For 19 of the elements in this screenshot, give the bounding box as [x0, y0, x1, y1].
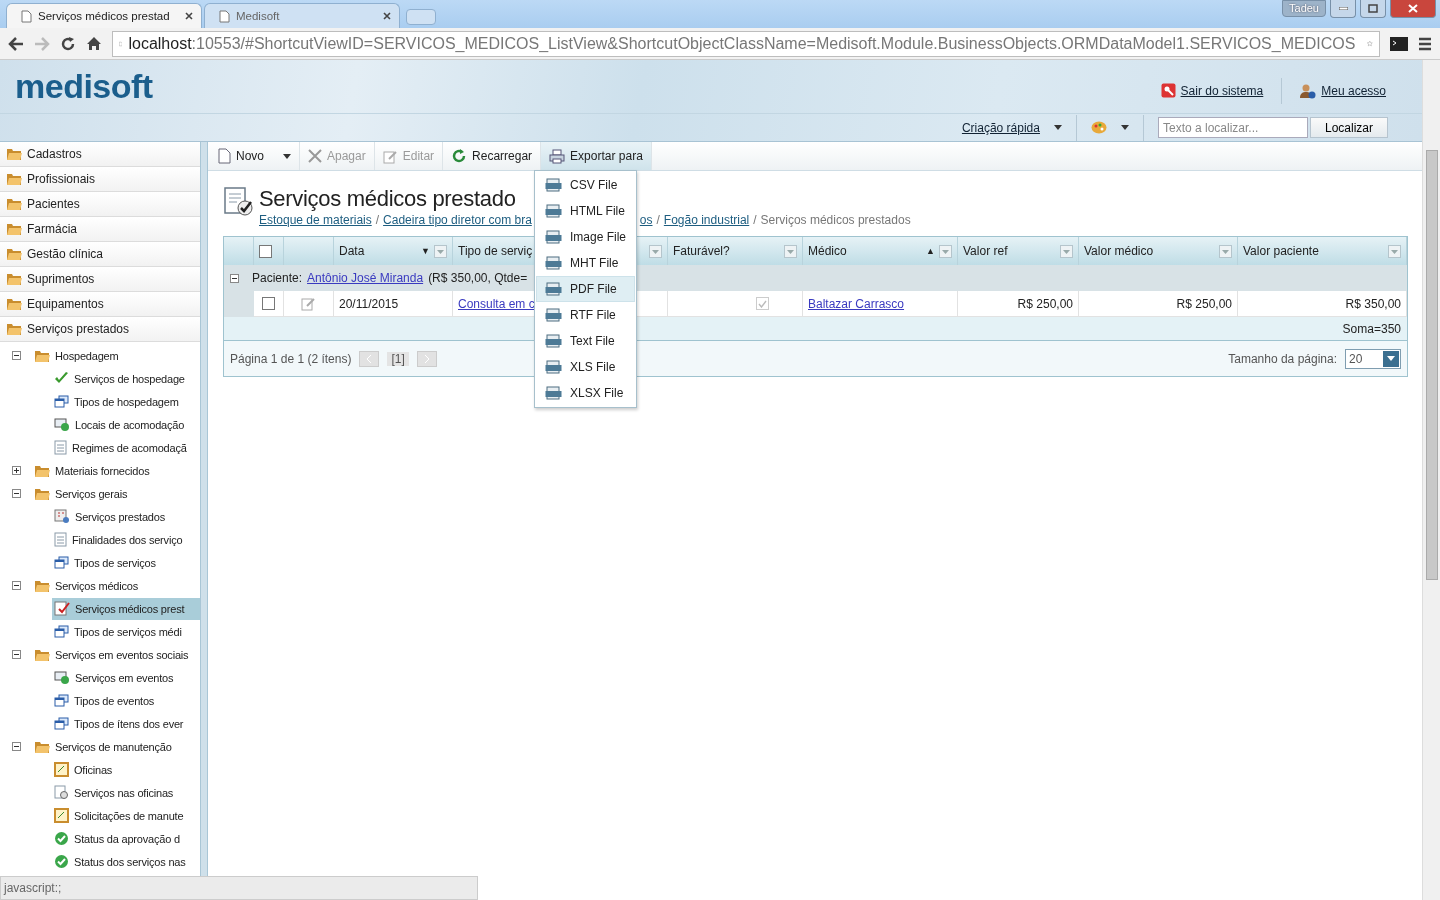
table-cell: 20/11/2015: [334, 291, 453, 317]
sort-icon: ▲: [926, 246, 935, 256]
sort-icon: ▼: [421, 246, 430, 256]
breadcrumb-separator: /: [375, 213, 380, 227]
page-title: Serviços médicos prestado: [259, 185, 516, 213]
breadcrumb-separator: /: [753, 213, 757, 227]
table-cell: R$ 350,00: [1238, 291, 1407, 317]
user-badge: Tadeu: [1282, 0, 1326, 17]
logo: medisoft: [15, 67, 153, 106]
table-cell: R$ 250,00: [1079, 291, 1238, 317]
page-size-label: Tamanho da página:: [1228, 351, 1337, 366]
pager-info: Página 1 de 1 (2 ítens): [230, 351, 352, 366]
table-cell: R$ 250,00: [958, 291, 1079, 317]
group-summary: (R$ 350,00, Qtde=: [428, 271, 528, 285]
breadcrumb-separator: /: [656, 213, 660, 227]
status-tooltip: javascript:;: [0, 876, 478, 900]
total-text: Soma=350: [1342, 321, 1401, 336]
group-label: Paciente:: [252, 271, 303, 285]
breadcrumb-current: Serviços médicos prestados: [760, 213, 911, 227]
